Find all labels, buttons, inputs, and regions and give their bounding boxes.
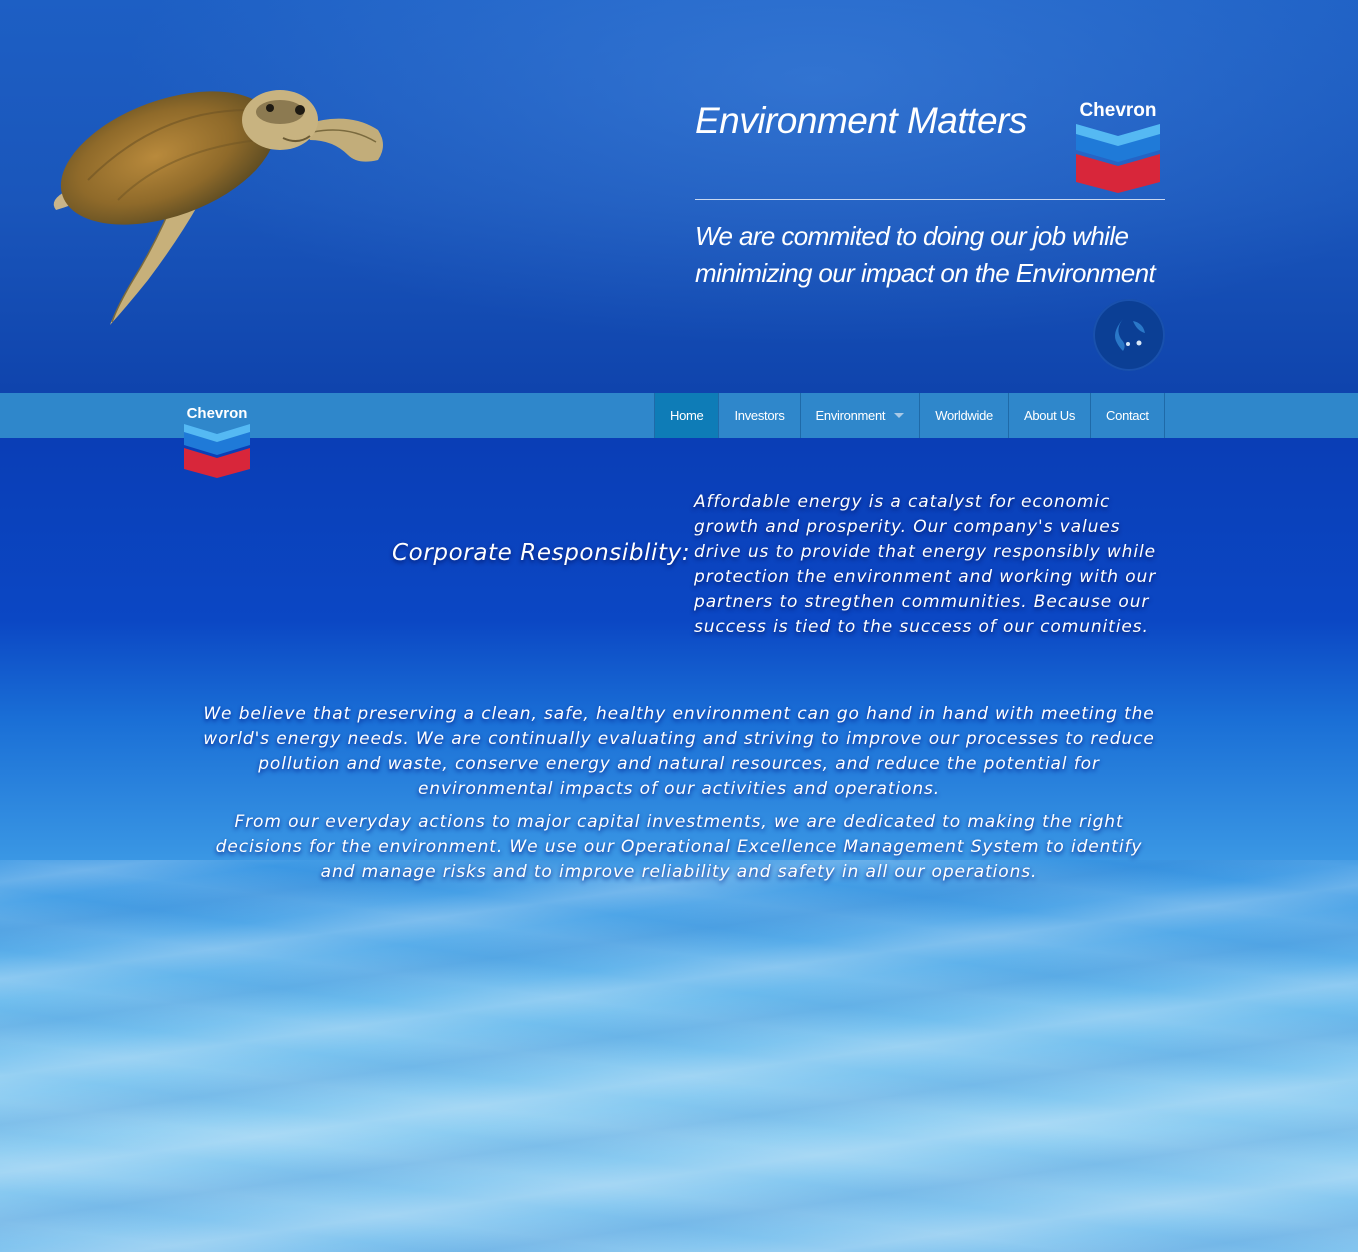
hero-divider: [695, 199, 1165, 200]
nav-item-contact[interactable]: Contact: [1091, 393, 1165, 438]
svg-text:Chevron: Chevron: [1079, 100, 1156, 121]
nav-item-label: Investors: [734, 408, 785, 423]
nav-item-investors[interactable]: Investors: [719, 393, 801, 438]
svg-text:Chevron: Chevron: [187, 405, 248, 422]
nav-item-about-us[interactable]: About Us: [1009, 393, 1092, 438]
nav-item-label: Worldwide: [935, 408, 993, 423]
body-paragraph-1: We believe that preserving a clean, safe…: [203, 704, 1155, 799]
nav-item-home[interactable]: Home: [655, 393, 720, 438]
nav-item-worldwide[interactable]: Worldwide: [920, 393, 1009, 438]
chevron-logo: Chevron: [1076, 100, 1160, 193]
nav-item-label: Contact: [1106, 408, 1149, 423]
main-nav: Home Investors Environment Worldwide Abo…: [654, 393, 1165, 438]
sea-turtle-image: [53, 90, 383, 325]
nav-item-label: Home: [670, 408, 704, 423]
section-text: Affordable energy is a catalyst for econ…: [694, 492, 1157, 637]
body-paragraph-2: From our everyday actions to major capit…: [215, 812, 1143, 882]
globe-icon: [1093, 299, 1165, 371]
nav-item-environment[interactable]: Environment: [801, 393, 921, 438]
dropdown-caret-icon: [894, 413, 905, 418]
sand-background: [0, 860, 1358, 1252]
chevron-logo[interactable]: Chevron: [182, 405, 252, 479]
hero-subtitle: We are commited to doing our job while m…: [695, 221, 1156, 288]
hero-title: Environment Matters: [695, 100, 1027, 141]
nav-item-label: About Us: [1023, 408, 1076, 423]
section-heading: Corporate Responsiblity:: [392, 540, 691, 566]
nav-item-label: Environment: [815, 408, 886, 423]
